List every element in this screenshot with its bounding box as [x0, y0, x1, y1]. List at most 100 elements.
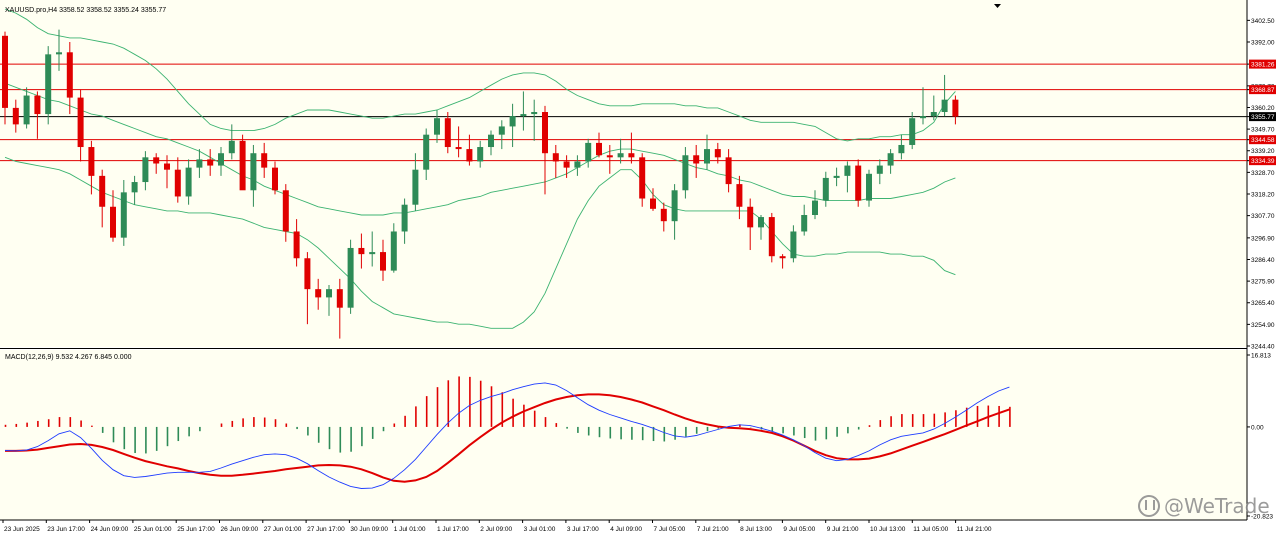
time-tick-label: 11 Jul 05:00 [913, 526, 948, 533]
candle-body [120, 192, 127, 238]
candle-body [563, 161, 570, 168]
candle-body [228, 140, 235, 154]
candle-body [844, 165, 851, 176]
candle-body [34, 95, 41, 115]
candle-body [174, 169, 181, 197]
candle-body [88, 147, 95, 176]
candle-body [66, 52, 73, 98]
candle-body [531, 112, 538, 115]
candle-body [887, 153, 894, 166]
candle-body [434, 118, 440, 135]
candle-body [606, 155, 613, 158]
candle-body [142, 157, 149, 183]
candle-body [444, 118, 451, 148]
candle-body [164, 163, 170, 170]
candle-body [952, 99, 959, 117]
time-tick-label: 1 Jul 01:00 [394, 526, 426, 533]
time-tick-label: 30 Jun 09:00 [350, 526, 388, 533]
price-tick-label: 3402.50 [1251, 18, 1275, 25]
candle-body [401, 204, 408, 232]
right-axis-background [1247, 0, 1280, 537]
candle-body [920, 116, 926, 119]
candle-body [747, 206, 754, 228]
candle-body [207, 159, 214, 166]
candle-body [131, 182, 138, 193]
candle-body [423, 134, 430, 170]
price-tag-label: 3334.39 [1251, 158, 1275, 165]
price-tick-label: 3254.90 [1251, 322, 1275, 329]
candle-body [736, 184, 743, 207]
macd-tick-label: 16.813 [1251, 353, 1271, 360]
candle-body [239, 140, 246, 191]
candle-body [941, 99, 948, 113]
candle [45, 46, 52, 125]
candle-body [272, 167, 278, 191]
candle-body [23, 95, 30, 125]
price-tick-label: 3244.40 [1251, 344, 1275, 351]
candle-body [250, 153, 257, 191]
candle-body [704, 149, 710, 164]
time-tick-label: 1 Jul 17:00 [437, 526, 469, 533]
candle-body [596, 142, 602, 156]
candle-body [758, 217, 764, 228]
candle-body [12, 107, 19, 125]
time-tick-label: 10 Jul 13:00 [870, 526, 906, 533]
candle-body [315, 289, 322, 298]
candle-body [412, 169, 419, 205]
candle-body [282, 190, 289, 232]
price-tick-label: 3328.70 [1251, 170, 1275, 177]
price-tick-label: 3286.40 [1251, 257, 1275, 264]
candle-body [790, 231, 797, 259]
candle-body [153, 157, 160, 164]
candle-body [574, 161, 581, 168]
time-tick-label: 8 Jul 13:00 [740, 526, 772, 533]
price-tick-label: 3349.70 [1251, 127, 1275, 134]
price-tick-label: 3296.90 [1251, 235, 1275, 242]
price-tag-label: 3368.87 [1251, 87, 1275, 94]
time-tick-label: 3 Jul 01:00 [524, 526, 556, 533]
time-tick-label: 7 Jul 21:00 [697, 526, 729, 533]
candle-body [326, 289, 332, 298]
time-tick-label: 23 Jun 17:00 [47, 526, 85, 533]
candle [768, 212, 775, 263]
candle-body [99, 175, 106, 207]
time-tick-label: 26 Jun 09:00 [221, 526, 259, 533]
time-tick-label: 9 Jul 21:00 [827, 526, 859, 533]
symbol-info-label: XAUUSD.pro,H4 3358.52 3358.52 3355.24 33… [5, 7, 166, 14]
candle-body [45, 54, 52, 115]
time-tick-label: 27 Jun 01:00 [264, 526, 302, 533]
candle [347, 239, 354, 314]
candle-body [585, 142, 592, 162]
macd-tick-label: 0.00 [1251, 424, 1264, 431]
macd-panel-background [0, 350, 1247, 520]
time-tick-label: 25 Jun 01:00 [134, 526, 172, 533]
price-tick-label: 3275.90 [1251, 279, 1275, 286]
time-tick-label: 25 Jun 17:00 [177, 526, 215, 533]
candle-body [185, 167, 192, 197]
time-tick-label: 11 Jul 21:00 [957, 526, 992, 533]
watermark: @WeTrade [1138, 494, 1270, 518]
candle-body [347, 247, 354, 308]
candle-body [628, 153, 635, 158]
candle-body [552, 153, 559, 162]
candle-body [617, 153, 624, 158]
candle-body [693, 155, 700, 164]
trading-chart[interactable]: 3402.503392.003381.263370.703368.873360.… [0, 0, 1280, 537]
candle-body [466, 149, 473, 162]
candle-body [866, 173, 872, 201]
candle-body [671, 190, 678, 222]
candle-body [660, 208, 667, 222]
candle-body [801, 215, 808, 232]
time-tick-label: 23 Jun 2025 [4, 526, 40, 533]
candle-body [812, 200, 818, 216]
time-tick-label: 4 Jul 09:00 [610, 526, 642, 533]
candle-body [477, 147, 484, 162]
time-tick-label: 2 Jul 09:00 [480, 526, 512, 533]
candle-body [520, 114, 527, 117]
candle-body [390, 231, 397, 271]
chart-svg[interactable]: 3402.503392.003381.263370.703368.873360.… [0, 0, 1280, 537]
candle-body [714, 149, 721, 158]
time-tick-label: 24 Jun 09:00 [91, 526, 129, 533]
watermark-text: @WeTrade [1164, 494, 1270, 518]
price-tick-label: 3339.20 [1251, 148, 1275, 155]
